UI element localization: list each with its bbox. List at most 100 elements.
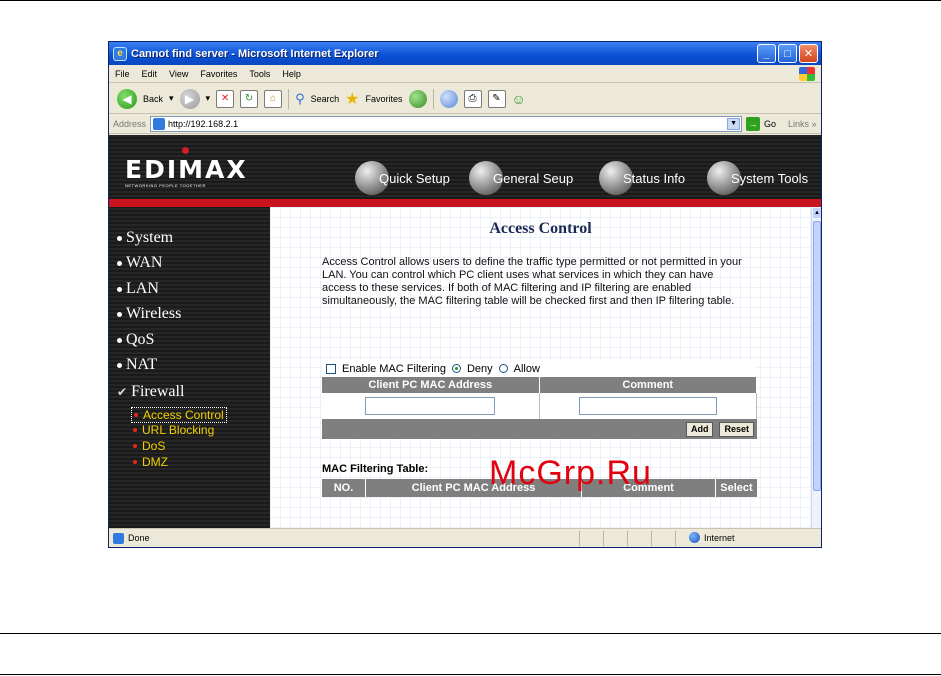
print-icon[interactable]: ⎙: [463, 89, 482, 108]
comment-input[interactable]: [578, 397, 717, 415]
sidebar-sub-dos[interactable]: DoS: [133, 439, 165, 453]
sidebar-item-label: Wireless: [126, 305, 182, 322]
minimize-button[interactable]: _: [757, 44, 776, 63]
sidebar-sub-url-blocking[interactable]: URL Blocking: [133, 423, 214, 437]
search-button[interactable]: Search: [311, 94, 340, 104]
menu-file[interactable]: File: [115, 69, 130, 79]
page-done-icon: [113, 532, 124, 544]
window-controls: _ □ ✕: [757, 44, 818, 63]
sidebar-sub-label: DoS: [142, 439, 166, 453]
sidebar-sub-label: Access Control: [143, 408, 224, 422]
menu-edit[interactable]: Edit: [142, 69, 158, 79]
nav-general-setup[interactable]: General Seup: [469, 161, 573, 195]
sidebar-item-label: QoS: [126, 331, 155, 348]
forward-dropdown-icon[interactable]: ▾: [206, 93, 211, 104]
sidebar-item-label: LAN: [126, 280, 159, 297]
table-col-no: NO.: [322, 479, 366, 497]
form-header-row: Client PC MAC Address Comment: [322, 377, 757, 393]
zone-label: Internet: [704, 532, 735, 543]
checkmark-icon: ✔: [117, 384, 128, 399]
bullet-icon: [117, 337, 122, 343]
browser-window: e Cannot find server - Microsoft Interne…: [108, 41, 822, 548]
back-dropdown-icon[interactable]: ▾: [169, 93, 174, 104]
deny-label: Deny: [466, 362, 493, 375]
nav-system-tools-label: System Tools: [731, 170, 809, 186]
scroll-up-icon[interactable]: ▲: [813, 208, 821, 218]
status-text: Done: [128, 533, 150, 543]
sidebar-item-nat[interactable]: NAT: [117, 356, 157, 374]
nav-quick-setup[interactable]: Quick Setup: [355, 161, 450, 195]
reset-button[interactable]: Reset: [719, 421, 754, 437]
sidebar-item-label: NAT: [126, 356, 158, 373]
page-viewport: EDIMAX NETWORKING PEOPLE TOGETHER Quick …: [109, 135, 821, 528]
sidebar-sub-dmz[interactable]: DMZ: [133, 455, 168, 469]
bullet-icon: [117, 286, 122, 292]
nav-general-setup-label: General Seup: [493, 170, 574, 186]
go-arrow-icon[interactable]: →: [746, 116, 761, 131]
scroll-thumb[interactable]: [813, 221, 821, 491]
menu-favorites[interactable]: Favorites: [200, 69, 237, 79]
sidebar-item-wireless[interactable]: Wireless: [117, 305, 181, 323]
mail-icon[interactable]: [439, 89, 458, 108]
enable-mac-filtering-checkbox[interactable]: [326, 363, 336, 374]
lower-page-rule: [0, 633, 941, 634]
address-input[interactable]: http://192.168.2.1 ▼: [150, 115, 743, 132]
form-input-row: [322, 393, 757, 419]
allow-radio[interactable]: [498, 364, 508, 373]
links-button[interactable]: Links »: [788, 119, 817, 129]
toolbar-separator-2: [432, 88, 434, 109]
nav-status-info[interactable]: Status Info: [599, 161, 685, 195]
menu-tools[interactable]: Tools: [249, 69, 270, 79]
stop-icon[interactable]: ✕: [216, 89, 235, 108]
ie-logo-icon: e: [113, 46, 127, 61]
nav-status-info-label: Status Info: [623, 170, 686, 186]
nav-system-tools[interactable]: System Tools: [707, 161, 808, 195]
vertical-scrollbar[interactable]: ▲: [811, 207, 821, 528]
mac-filtering-table-label: MAC Filtering Table:: [322, 463, 429, 475]
sidebar-item-wan[interactable]: WAN: [117, 254, 162, 272]
mac-address-input[interactable]: [365, 397, 496, 415]
sidebar-item-system[interactable]: System: [117, 229, 173, 247]
bullet-icon: [117, 362, 122, 368]
sidebar-item-firewall[interactable]: ✔ Firewall: [117, 383, 184, 401]
add-button[interactable]: Add: [685, 421, 714, 437]
media-icon[interactable]: [408, 89, 427, 108]
close-button[interactable]: ✕: [799, 44, 818, 63]
form-button-row: Add Reset: [322, 419, 757, 439]
mac-input-cell: [322, 393, 540, 419]
deny-radio[interactable]: [451, 364, 461, 373]
toolbar: ◀ Back ▾ ▶ ▾ ✕ ↻ ⌂ ⚲ Search ★ Favorites …: [109, 84, 821, 114]
forward-arrow-icon[interactable]: ▶: [179, 88, 200, 109]
sidebar-item-qos[interactable]: QoS: [117, 331, 154, 349]
favorites-star-icon: ★: [345, 90, 360, 108]
internet-globe-icon: [689, 532, 700, 543]
menu-view[interactable]: View: [169, 69, 188, 79]
refresh-icon[interactable]: ↻: [240, 89, 259, 108]
menu-help[interactable]: Help: [282, 69, 301, 79]
address-label: Address: [113, 118, 147, 129]
edit-icon[interactable]: ✎: [487, 89, 506, 108]
messenger-icon[interactable]: ☺: [512, 91, 526, 107]
go-button[interactable]: Go: [764, 119, 776, 129]
back-button[interactable]: Back: [143, 94, 163, 104]
status-divider: [579, 531, 580, 546]
sidebar-sub-access-control[interactable]: Access Control: [131, 407, 227, 423]
top-page-rule: [0, 0, 941, 1]
sidebar-item-lan[interactable]: LAN: [117, 280, 159, 298]
status-bar: Done Internet: [109, 528, 821, 547]
allow-label: Allow: [513, 362, 540, 375]
sub-bullet-icon: [133, 428, 137, 432]
home-icon[interactable]: ⌂: [264, 89, 283, 108]
logo-dot: [182, 147, 189, 154]
favorites-button[interactable]: Favorites: [365, 94, 402, 104]
maximize-button[interactable]: □: [778, 44, 797, 63]
sidebar: System WAN LAN Wireless QoS NAT ✔ Firewa…: [109, 207, 270, 528]
sidebar-item-label: Firewall: [131, 383, 185, 400]
title-bar[interactable]: e Cannot find server - Microsoft Interne…: [109, 42, 821, 65]
bullet-icon: [117, 260, 122, 266]
status-divider: [603, 531, 604, 546]
address-dropdown-icon[interactable]: ▼: [727, 117, 741, 130]
status-divider: [651, 531, 652, 546]
sub-bullet-icon: [133, 444, 137, 448]
back-arrow-icon[interactable]: ◀: [117, 88, 137, 109]
